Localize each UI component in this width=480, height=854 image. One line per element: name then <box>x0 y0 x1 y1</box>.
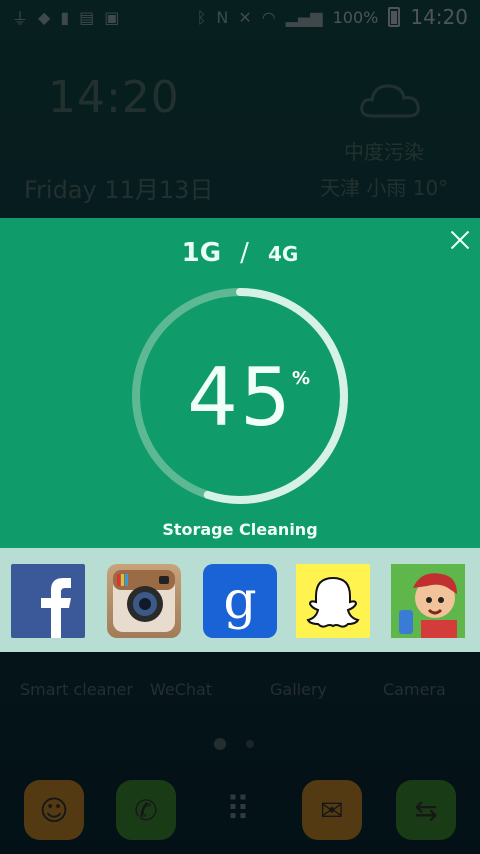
storage-cleaning-card: 1G / 4G 45 % Storage Cleaning <box>0 218 480 548</box>
memory-separator: / <box>240 238 249 268</box>
facebook-app-icon[interactable] <box>11 564 85 638</box>
google-app-icon[interactable]: g <box>203 564 277 638</box>
memory-used: 1G <box>181 238 222 268</box>
app-strip: g <box>0 548 480 652</box>
subway-surfers-app-icon[interactable] <box>391 564 465 638</box>
memory-total: 4G <box>267 242 299 266</box>
cleaning-label: Storage Cleaning <box>162 520 318 539</box>
instagram-app-icon[interactable] <box>107 564 181 638</box>
memory-usage: 1G / 4G <box>0 238 480 268</box>
percent-sign: % <box>292 368 311 389</box>
snapchat-app-icon[interactable] <box>296 564 370 638</box>
